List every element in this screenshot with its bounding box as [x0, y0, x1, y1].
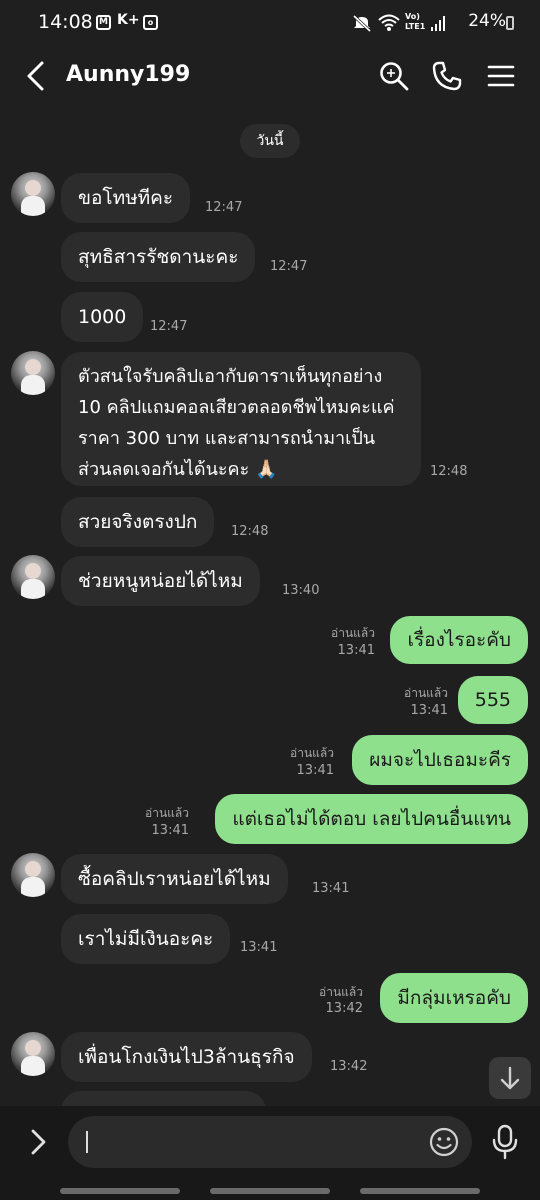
message-bubble-incoming[interactable]: ช่วยหนูหน่อยได้ไหม: [61, 556, 260, 606]
nav-bar-segment: [360, 1188, 480, 1194]
chat-title[interactable]: Aunny199: [66, 62, 190, 87]
avatar[interactable]: [11, 555, 55, 599]
date-separator: วันนี้: [240, 124, 300, 158]
message-bubble-incoming[interactable]: เราไม่มีเงินอะคะ: [61, 914, 231, 964]
message-time: 13:42: [325, 1001, 363, 1016]
message-time: 13:41: [337, 643, 375, 658]
message-bubble-outgoing[interactable]: มีกลุ่มเหรอคับ: [380, 973, 528, 1023]
read-receipt: อ่านแล้ว: [290, 746, 334, 760]
message-bubble-outgoing[interactable]: ผมจะไปเธอมะคีร: [352, 735, 528, 785]
wifi-icon: [378, 14, 400, 31]
message-time: 13:42: [330, 1059, 368, 1074]
message-bubble-outgoing[interactable]: แต่เธอไม่ได้ตอบ เลยไปคนอื่นแทน: [215, 794, 528, 844]
message-bubble-incoming[interactable]: ขอโทษทีคะ: [61, 173, 191, 223]
network-label: Vo) LTE1: [405, 12, 426, 31]
message-time: 12:47: [205, 200, 243, 215]
avatar[interactable]: [11, 853, 55, 897]
app-notification-icon: o: [143, 15, 158, 30]
avatar[interactable]: [11, 351, 55, 395]
search-icon[interactable]: [378, 60, 410, 92]
chat-history[interactable]: วันนี้ ขอโทษทีคะ 12:47 สุทธิสารรัชดานะคะ…: [0, 108, 540, 1106]
scroll-to-bottom-button[interactable]: [489, 1057, 531, 1099]
message-time: 13:41: [240, 940, 278, 955]
nav-bar-segment: [210, 1188, 330, 1194]
message-bubble-incoming[interactable]: ซื้อคลิปเราหน่อยได้ไหม: [61, 854, 288, 904]
message-bubble-outgoing[interactable]: 555: [457, 676, 528, 724]
message-bubble-incoming[interactable]: ตัวสนใจรับคลิปเอากับดาราเห็นทุกอย่าง 10 …: [61, 352, 421, 486]
microphone-icon[interactable]: [490, 1124, 520, 1160]
kplus-notification-icon: K+: [117, 12, 140, 28]
avatar[interactable]: [11, 172, 55, 216]
message-time: 13:41: [151, 823, 189, 838]
message-input-bar: [0, 1106, 540, 1200]
status-bar: 14:08 M K+ o Vo) LTE1 24%: [0, 0, 540, 46]
message-bubble-incoming-partial[interactable]: [61, 1091, 266, 1106]
menu-icon[interactable]: [485, 60, 517, 92]
read-receipt: อ่านแล้ว: [331, 626, 375, 640]
message-bubble-incoming[interactable]: สุทธิสารรัชดานะคะ: [61, 232, 256, 282]
message-time: 12:47: [150, 319, 188, 334]
battery-icon: [506, 16, 514, 30]
message-time: 13:41: [410, 703, 448, 718]
message-time: 13:41: [296, 763, 334, 778]
read-receipt: อ่านแล้ว: [404, 686, 448, 700]
message-bubble-outgoing[interactable]: เรื่องไรอะคับ: [390, 616, 528, 664]
message-time: 12:48: [430, 464, 468, 479]
text-caret: [86, 1131, 88, 1153]
mute-icon: [352, 14, 372, 32]
phone-icon[interactable]: [431, 60, 463, 92]
read-receipt: อ่านแล้ว: [319, 985, 363, 999]
read-receipt: อ่านแล้ว: [145, 806, 189, 820]
status-time: 14:08: [38, 11, 93, 33]
nav-bar-segment: [60, 1188, 180, 1194]
message-time: 12:48: [231, 524, 269, 539]
message-bubble-incoming[interactable]: 1000: [61, 292, 144, 342]
message-bubble-incoming[interactable]: เพื่อนโกงเงินไป3ล้านธุรกิจ: [61, 1032, 312, 1082]
message-time: 13:40: [282, 583, 320, 598]
back-arrow-icon[interactable]: [18, 58, 54, 94]
avatar[interactable]: [11, 1032, 55, 1076]
battery-percent: 24%: [468, 11, 506, 31]
message-time: 13:41: [312, 881, 350, 896]
chat-header: Aunny199: [0, 46, 540, 108]
arrow-down-icon: [500, 1066, 520, 1090]
chevron-right-icon[interactable]: [22, 1126, 54, 1158]
gmail-notification-icon: M: [96, 15, 111, 30]
signal-icon: [431, 16, 445, 31]
message-bubble-incoming[interactable]: สวยจริงตรงปก: [61, 497, 215, 547]
message-time: 12:47: [270, 259, 308, 274]
message-input[interactable]: [68, 1116, 472, 1168]
smiley-icon[interactable]: [428, 1126, 460, 1158]
